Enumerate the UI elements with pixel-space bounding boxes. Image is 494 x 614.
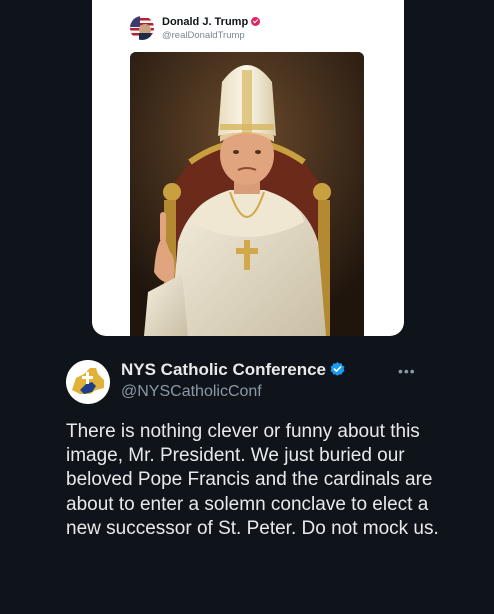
embedded-post-card[interactable]: Donald J. Trump @realDonaldTrump [92, 0, 404, 336]
flag-avatar-icon[interactable] [130, 16, 154, 40]
embedded-author-name[interactable]: Donald J. Trump [162, 16, 261, 28]
post-text: There is nothing clever or funny about t… [66, 421, 439, 539]
embedded-author-handle[interactable]: @realDonaldTrump [162, 30, 245, 41]
pope-portrait-image[interactable] [130, 52, 364, 336]
author-name[interactable]: NYS Catholic Conference [121, 360, 346, 380]
author-handle[interactable]: @NYSCatholicConf [121, 383, 262, 401]
verified-badge-icon [330, 362, 345, 376]
verified-badge-icon [251, 17, 261, 26]
embedded-post-header: Donald J. Trump @realDonaldTrump [130, 14, 390, 46]
nys-catholic-conference-logo[interactable] [66, 360, 110, 404]
more-options-button[interactable]: ••• [398, 364, 422, 378]
